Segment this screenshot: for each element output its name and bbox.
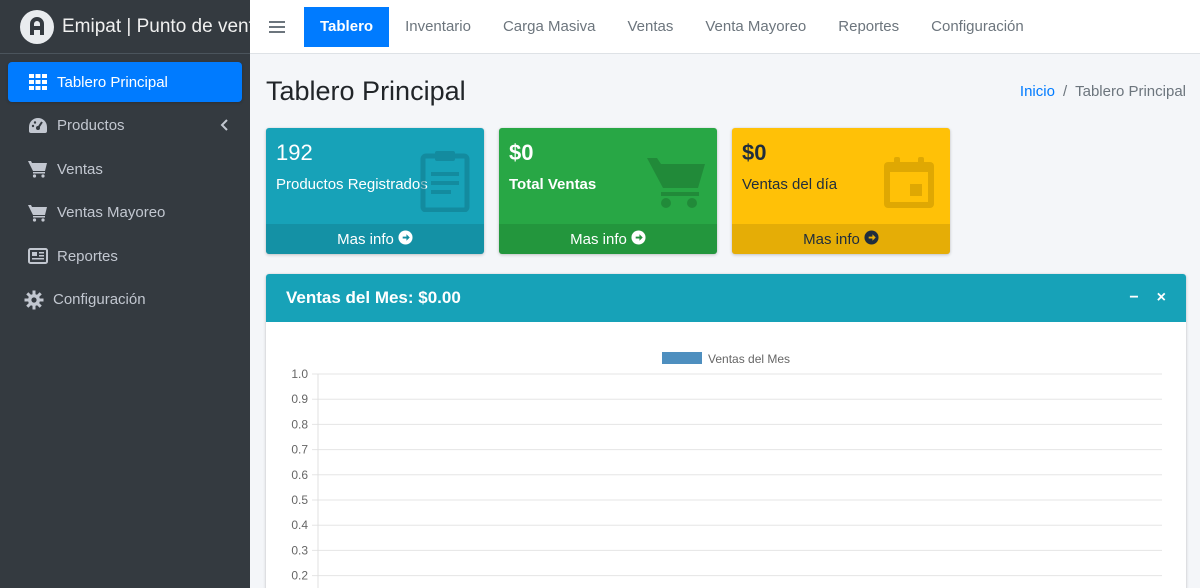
tab-carga-masiva[interactable]: Carga Masiva: [487, 7, 612, 47]
monthly-sales-card: Ventas del Mes: $0.00 − × Ventas del Mes…: [266, 274, 1186, 588]
calendar-icon: [882, 156, 936, 215]
sidebar-item-ventas-mayoreo[interactable]: Ventas Mayoreo: [8, 193, 242, 233]
sidebar: Emipat | Punto de venta Tablero Principa…: [0, 0, 250, 588]
tab-configuracion[interactable]: Configuración: [915, 7, 1040, 47]
cart-icon: [28, 203, 48, 223]
card-tools: − ×: [1129, 289, 1166, 307]
card-title: Ventas del Mes: $0.00: [286, 288, 461, 307]
clipboard-icon: [420, 150, 470, 217]
sidebar-item-label: Productos: [57, 117, 125, 135]
gear-icon: [24, 290, 44, 310]
cart-icon: [647, 154, 705, 215]
tab-tablero[interactable]: Tablero: [304, 6, 390, 47]
brand[interactable]: Emipat | Punto de venta: [0, 0, 250, 54]
legend-swatch[interactable]: [662, 352, 702, 364]
page-title: Tablero Principal: [266, 75, 466, 106]
breadcrumb-current: Tablero Principal: [1075, 82, 1186, 100]
sidebar-nav: Tablero Principal Productos Ventas Venta…: [0, 54, 250, 332]
stat-box-productos: 192 Productos Registrados Mas info: [266, 128, 484, 254]
sidebar-item-label: Reportes: [57, 247, 118, 265]
breadcrumb-separator: /: [1062, 82, 1068, 100]
top-navbar: Tablero Inventario Carga Masiva Ventas V…: [250, 0, 1200, 54]
cart-icon: [28, 159, 48, 179]
more-info-link[interactable]: Mas info: [499, 224, 717, 254]
sidebar-item-configuracion[interactable]: Configuración: [8, 280, 242, 320]
stats-boxes: 192 Productos Registrados Mas info $0 To…: [266, 128, 1186, 254]
y-tick-label: 0.9: [291, 392, 308, 406]
collapse-button[interactable]: −: [1129, 289, 1138, 307]
y-tick-label: 0.8: [291, 417, 308, 431]
close-button[interactable]: ×: [1157, 289, 1166, 307]
menu-toggle-icon[interactable]: [250, 0, 304, 54]
y-tick-label: 0.2: [291, 569, 308, 583]
arrow-circle-right-icon: [631, 229, 646, 249]
y-tick-label: 0.3: [291, 543, 308, 557]
sidebar-item-tablero-principal[interactable]: Tablero Principal: [8, 62, 242, 102]
sidebar-item-label: Ventas Mayoreo: [57, 204, 166, 222]
y-tick-label: 1.0: [291, 367, 308, 381]
sidebar-item-ventas[interactable]: Ventas: [8, 149, 242, 189]
breadcrumb-home-link[interactable]: Inicio: [1020, 83, 1055, 100]
stat-box-total-ventas: $0 Total Ventas Mas info: [499, 128, 717, 254]
more-info-link[interactable]: Mas info: [732, 224, 950, 254]
arrow-circle-right-icon: [398, 229, 413, 249]
breadcrumb: Inicio / Tablero Principal: [1020, 83, 1186, 100]
sidebar-item-productos[interactable]: Productos: [8, 106, 242, 146]
tachometer-icon: [28, 116, 48, 136]
y-tick-label: 0.7: [291, 443, 308, 457]
y-tick-label: 0.6: [291, 468, 308, 482]
arrow-circle-right-icon: [864, 229, 879, 249]
chevron-left-icon: [220, 118, 228, 135]
sidebar-item-label: Configuración: [53, 291, 146, 309]
monthly-sales-chart: Ventas del Mes 1.0 0.9 0.8 0.7 0.6 0.5 0.4 0.3 0.…: [291, 352, 1162, 588]
main-content: Tablero Principal Inicio / Tablero Princ…: [266, 54, 1186, 588]
legend-label: Ventas del Mes: [708, 352, 790, 366]
grid-icon: [28, 72, 48, 92]
tab-ventas[interactable]: Ventas: [612, 7, 690, 47]
sidebar-item-reportes[interactable]: Reportes: [8, 236, 242, 276]
more-info-label: Mas info: [337, 230, 394, 248]
brand-logo-icon: [20, 9, 54, 44]
brand-name: Emipat | Punto de venta: [62, 15, 250, 37]
newspaper-icon: [28, 246, 48, 266]
sidebar-item-label: Ventas: [57, 160, 103, 178]
more-info-label: Mas info: [570, 230, 627, 248]
tab-reportes[interactable]: Reportes: [822, 7, 915, 47]
page-header: Tablero Principal Inicio / Tablero Princ…: [266, 54, 1186, 128]
chart-area: Ventas del Mes 1.0 0.9 0.8 0.7 0.6 0.5 0.4 0.3 0.…: [266, 322, 1186, 588]
y-tick-label: 0.5: [291, 493, 308, 507]
tab-inventario[interactable]: Inventario: [389, 7, 487, 47]
sidebar-item-label: Tablero Principal: [57, 73, 168, 91]
stat-box-ventas-dia: $0 Ventas del día Mas info: [732, 128, 950, 254]
more-info-label: Mas info: [803, 230, 860, 248]
more-info-link[interactable]: Mas info: [266, 224, 484, 254]
card-header: Ventas del Mes: $0.00 − ×: [266, 274, 1186, 322]
tab-venta-mayoreo[interactable]: Venta Mayoreo: [689, 7, 822, 47]
y-tick-label: 0.4: [291, 518, 308, 532]
